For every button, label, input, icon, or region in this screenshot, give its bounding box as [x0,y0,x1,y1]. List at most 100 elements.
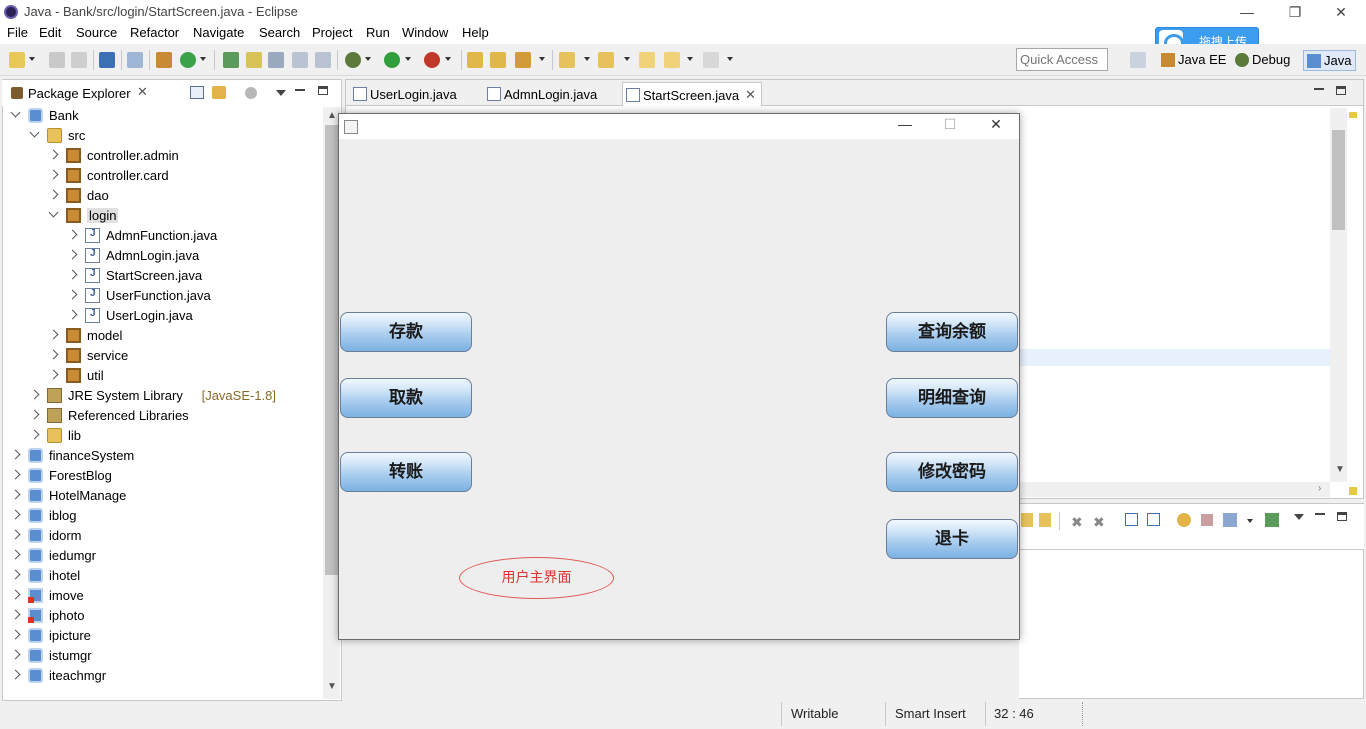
expand-arrow-icon[interactable] [67,309,78,320]
editor-tab-admnlogin[interactable]: AdmnLogin.java [484,82,620,106]
tree-item[interactable]: src [29,126,329,146]
toggle-block-icon[interactable] [268,52,284,68]
open-perspective-icon[interactable] [1130,52,1146,68]
maximize-editor-icon[interactable] [1336,86,1346,95]
new-class-dropdown-icon[interactable] [200,57,206,61]
previous-icon[interactable] [1039,513,1051,527]
tree-item[interactable]: ipicture [10,626,310,646]
skip-breakpoints-icon[interactable] [127,52,143,68]
overview-ruler-marker[interactable] [1349,112,1357,118]
view-menu-icon[interactable] [276,90,286,96]
check-balance-button[interactable]: 查询余额 [886,312,1018,352]
terminal-icon[interactable] [99,52,115,68]
tree-item[interactable]: iedumgr [10,546,310,566]
scroll-right-icon[interactable]: › [1318,483,1321,494]
expand-arrow-icon[interactable] [48,369,59,380]
tree-item[interactable]: idorm [10,526,310,546]
forward-icon[interactable] [703,52,719,68]
minimize-view-icon[interactable] [1315,513,1325,515]
expand-arrow-icon[interactable] [48,169,59,180]
tree-item[interactable]: ihotel [10,566,310,586]
next-icon[interactable] [1021,513,1033,527]
annotation-dropdown-icon[interactable] [539,57,545,61]
run-icon[interactable] [384,52,400,68]
debug-dropdown-icon[interactable] [365,57,371,61]
expand-arrow-icon[interactable] [10,649,21,660]
expand-arrow-icon[interactable] [67,289,78,300]
save-all-icon[interactable] [71,52,87,68]
open-type-icon[interactable] [223,52,239,68]
menu-file[interactable]: File [7,25,28,40]
menu-navigate[interactable]: Navigate [193,25,244,40]
expand-arrow-icon[interactable] [10,469,21,480]
history-icon[interactable] [1223,513,1237,527]
expand-arrow-icon[interactable] [29,409,40,420]
previous-annotation-icon[interactable] [598,52,614,68]
editor-vertical-scrollbar[interactable]: ▼ [1330,108,1347,482]
focus-icon[interactable] [245,87,257,99]
save-icon[interactable] [49,52,65,68]
expand-arrow-icon[interactable] [29,429,40,440]
menu-refactor[interactable]: Refactor [130,25,179,40]
tree-item[interactable]: UserFunction.java [67,286,367,306]
scroll-up-icon[interactable]: ▲ [327,110,337,121]
restore-button[interactable]: ❐ [1272,0,1318,24]
quick-access-input[interactable] [1016,48,1108,71]
tree-item[interactable]: login [48,206,348,226]
tree-item[interactable]: Bank [10,106,310,126]
eject-card-button[interactable]: 退卡 [886,519,1018,559]
expand-arrow-icon[interactable] [10,449,21,460]
previous-annotation-dropdown-icon[interactable] [624,57,630,61]
menu-window[interactable]: Window [402,25,448,40]
tree-item[interactable]: model [48,326,348,346]
expand-arrow-icon[interactable] [48,149,59,160]
expand-arrow-icon[interactable] [10,669,21,680]
expand-arrow-icon[interactable] [10,489,21,500]
tree-item[interactable]: UserLogin.java [67,306,367,326]
tree-item[interactable]: service [48,346,348,366]
tree-item[interactable]: JRE System Library [JavaSE-1.8] [29,386,329,406]
collapse-arrow-icon[interactable] [10,107,21,118]
tree-item[interactable]: AdmnFunction.java [67,226,367,246]
back-icon[interactable] [664,52,680,68]
run-dropdown-icon[interactable] [405,57,411,61]
minimize-editor-icon[interactable] [1314,88,1324,90]
tree-item[interactable]: ForestBlog [10,466,310,486]
collapse-arrow-icon[interactable] [48,207,59,218]
expand-arrow-icon[interactable] [10,549,21,560]
remove-all-icon[interactable]: ✖ [1093,514,1105,531]
expand-arrow-icon[interactable] [48,329,59,340]
expand-arrow-icon[interactable] [67,229,78,240]
next-annotation-dropdown-icon[interactable] [584,57,590,61]
tree-item[interactable]: AdmnLogin.java [67,246,367,266]
menu-search[interactable]: Search [259,25,300,40]
annotation-icon[interactable] [515,52,531,68]
expand-arrow-icon[interactable] [10,589,21,600]
perspective-debug[interactable]: Debug [1232,50,1294,71]
external-tools-dropdown-icon[interactable] [445,57,451,61]
tree-item[interactable]: util [48,366,348,386]
tree-item[interactable]: dao [48,186,348,206]
dialog-maximize-button[interactable]: ☐ [930,116,970,138]
scroll-down-icon[interactable]: ▼ [1335,464,1345,475]
back-dropdown-icon[interactable] [687,57,693,61]
expand-arrow-icon[interactable] [48,189,59,200]
tree-item[interactable]: controller.admin [48,146,348,166]
expand-arrow-icon[interactable] [10,569,21,580]
scroll-down-icon[interactable]: ▼ [327,681,337,692]
expand-arrow-icon[interactable] [10,509,21,520]
expand-arrow-icon[interactable] [67,269,78,280]
expand-arrow-icon[interactable] [67,249,78,260]
scroll-thumb[interactable] [325,125,338,575]
tree-item[interactable]: imove [10,586,310,606]
overview-ruler-marker[interactable] [1349,487,1357,495]
remove-icon[interactable]: ✖ [1071,514,1083,531]
forward-dropdown-icon[interactable] [727,57,733,61]
debug-icon[interactable] [345,52,361,68]
collapse-all-icon[interactable] [1147,513,1160,526]
tree-item[interactable]: controller.card [48,166,348,186]
next-annotation-icon[interactable] [559,52,575,68]
menu-help[interactable]: Help [462,25,489,40]
editor-tab-userlogin[interactable]: UserLogin.java [350,82,480,106]
last-edit-icon[interactable] [639,52,655,68]
